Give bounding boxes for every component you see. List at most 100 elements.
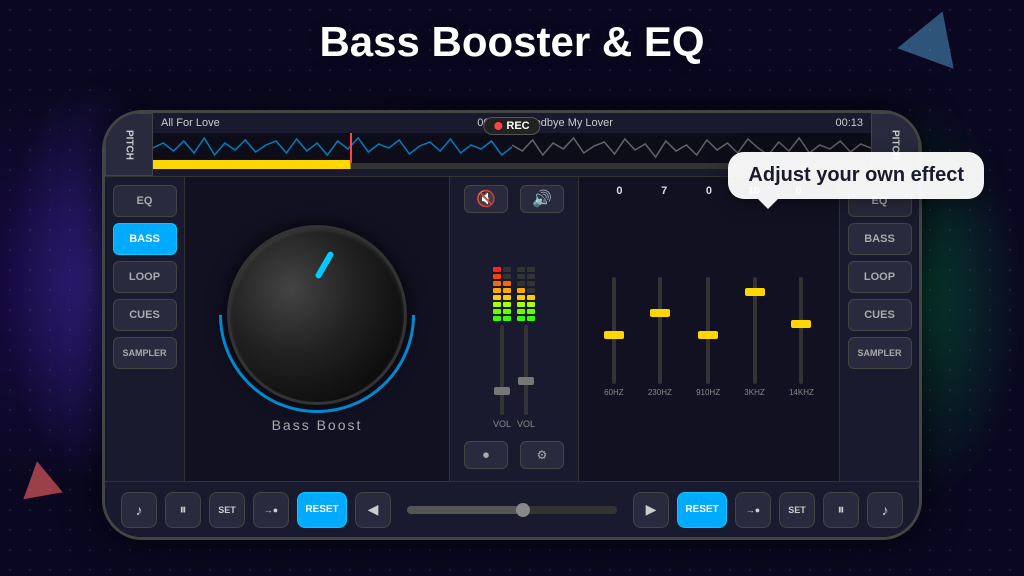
left-panel: EQ BASS LOOP CUES SAMPLER <box>105 177 185 481</box>
vu-seg <box>503 267 511 272</box>
left-arrow-rec-button[interactable]: →● <box>253 492 289 528</box>
vu-seg <box>517 281 525 286</box>
vu-seg <box>503 309 511 314</box>
eq-fader-track-3khz <box>753 277 757 384</box>
vu-seg <box>503 295 511 300</box>
eq-handle-14khz[interactable] <box>791 320 811 328</box>
eq-panel: 0 7 0 10 0 60HZ <box>579 177 839 481</box>
left-loop-button[interactable]: LOOP <box>113 261 177 293</box>
left-set-button[interactable]: SET <box>209 492 245 528</box>
left-reset-button[interactable]: RESET <box>297 492 347 528</box>
eq-fader-60hz: 60HZ <box>604 277 624 397</box>
eq-label-3khz: 3KHZ <box>744 388 764 397</box>
vu-panel: 🔇 🔊 <box>449 177 579 481</box>
right-arrow-rec-button[interactable]: →● <box>735 492 771 528</box>
eq-fader-track-60hz <box>612 277 616 384</box>
vu-seg <box>493 274 501 279</box>
left-vu-group: VOL <box>493 221 511 429</box>
left-waveform-svg <box>153 133 512 163</box>
vol-up-button[interactable]: 🔊 <box>520 185 564 213</box>
left-music-button[interactable]: ♪ <box>121 492 157 528</box>
vu-seg <box>493 281 501 286</box>
vu-seg <box>517 274 525 279</box>
right-vol-label: VOL <box>517 419 535 429</box>
knob-label: Bass Boost <box>272 417 363 433</box>
eq-handle-230hz[interactable] <box>650 309 670 317</box>
left-cues-button[interactable]: CUES <box>113 299 177 331</box>
vu-seg <box>517 288 525 293</box>
vu-seg <box>527 281 535 286</box>
knob-indicator <box>314 251 334 280</box>
left-vol-fader-handle[interactable] <box>494 387 510 395</box>
vu-seg <box>517 295 525 300</box>
eq-label-60hz: 60HZ <box>604 388 624 397</box>
right-set-button[interactable]: SET <box>779 492 815 528</box>
left-eq-button[interactable]: EQ <box>113 185 177 217</box>
right-track-time: 00:13 <box>835 117 863 129</box>
left-vu-bars <box>493 221 511 321</box>
right-vu-group: VOL <box>517 221 535 429</box>
vu-seg <box>493 309 501 314</box>
eq-fader-track-910hz <box>706 277 710 384</box>
eq-val-2: 0 <box>694 185 724 197</box>
right-bass-button[interactable]: BASS <box>848 223 912 255</box>
right-vu-bars <box>517 221 535 321</box>
left-vol-label: VOL <box>493 419 511 429</box>
left-bass-button[interactable]: BASS <box>113 223 177 255</box>
vu-seg <box>527 295 535 300</box>
right-pause-button[interactable]: ⏸ <box>823 492 859 528</box>
left-pitch-button[interactable]: PITCH <box>105 113 153 176</box>
right-sampler-button[interactable]: SAMPLER <box>848 337 912 369</box>
page-title: Bass Booster & EQ <box>319 18 704 66</box>
vu-seg <box>493 288 501 293</box>
left-track-name: All For Love <box>161 117 220 129</box>
progress-fill <box>407 506 523 514</box>
center-area: Bass Boost <box>185 177 449 481</box>
vu-seg <box>503 281 511 286</box>
knob-container <box>227 225 407 405</box>
eq-val-0: 0 <box>604 185 634 197</box>
eq-handle-60hz[interactable] <box>604 331 624 339</box>
eq-handle-910hz[interactable] <box>698 331 718 339</box>
bottom-bar: ♪ ⏸ SET →● RESET ◀ ▶ RESET →● SET ⏸ ♪ <box>105 481 919 537</box>
vu-seg <box>493 267 501 272</box>
eq-fader-track-14khz <box>799 277 803 384</box>
rec-dot <box>494 122 502 130</box>
eq-label-230hz: 230HZ <box>648 388 672 397</box>
deco-triangle-bottom <box>17 458 62 499</box>
right-loop-button[interactable]: LOOP <box>848 261 912 293</box>
right-cues-button[interactable]: CUES <box>848 299 912 331</box>
left-prev-button[interactable]: ◀ <box>355 492 391 528</box>
right-music-button[interactable]: ♪ <box>867 492 903 528</box>
left-sampler-button[interactable]: SAMPLER <box>113 337 177 369</box>
bass-knob[interactable] <box>227 225 407 405</box>
left-track-section: All For Love 00:11 <box>153 113 512 176</box>
vu-meters: VOL <box>458 221 570 429</box>
rec-button[interactable]: REC <box>483 117 540 135</box>
vu-seg <box>517 302 525 307</box>
vu-seg <box>527 302 535 307</box>
eq-handle-3khz[interactable] <box>745 288 765 296</box>
right-track-info: Goodbye My Lover 00:13 <box>512 113 871 133</box>
vu-seg <box>517 267 525 272</box>
left-vol-fader-track <box>500 325 504 415</box>
left-pause-button[interactable]: ⏸ <box>165 492 201 528</box>
vu-seg <box>503 288 511 293</box>
progress-bar[interactable] <box>407 506 617 514</box>
vu-seg <box>517 309 525 314</box>
progress-handle[interactable] <box>516 503 530 517</box>
vu-seg <box>503 302 511 307</box>
eq-label-910hz: 910HZ <box>696 388 720 397</box>
vu-col-1 <box>493 267 501 321</box>
right-reset-button[interactable]: RESET <box>677 492 727 528</box>
record-icon-button[interactable]: ⏺ <box>464 441 508 469</box>
right-next-button[interactable]: ▶ <box>633 492 669 528</box>
vu-seg <box>503 274 511 279</box>
eq-fader-3khz: 3KHZ <box>744 277 764 397</box>
vol-down-button[interactable]: 🔇 <box>464 185 508 213</box>
right-vol-fader-handle[interactable] <box>518 377 534 385</box>
eq-fader-track-230hz <box>658 277 662 384</box>
settings-icon-button[interactable]: ⚙ <box>520 441 564 469</box>
tooltip-text: Adjust your own effect <box>748 164 964 186</box>
vu-seg <box>527 288 535 293</box>
